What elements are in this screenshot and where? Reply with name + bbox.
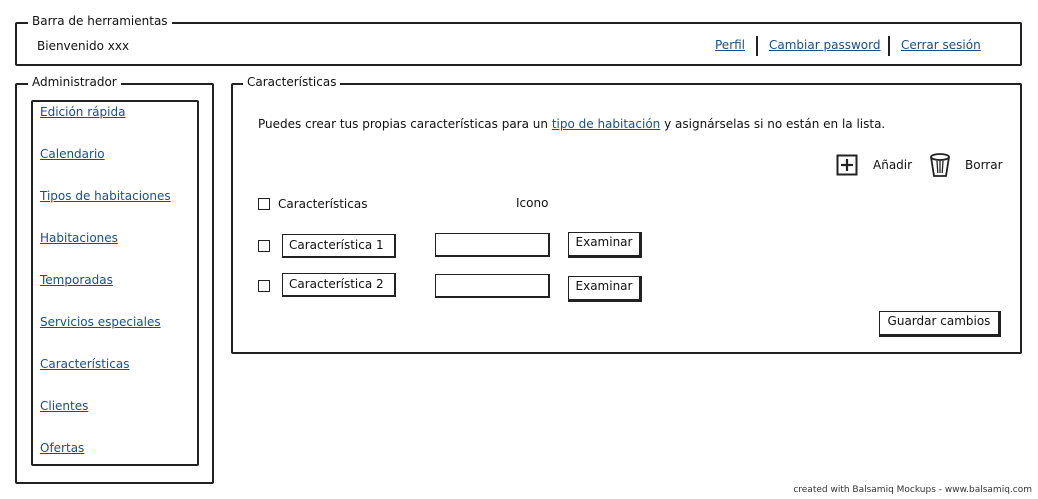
add-icon	[836, 154, 858, 176]
intro-text-after: y asignárselas si no están en la lista.	[660, 117, 886, 131]
toolbar-separator	[756, 36, 758, 56]
toolbar-legend: Barra de herramientas	[28, 14, 172, 28]
footer-credit: created with Balsamiq Mockups - www.bals…	[793, 485, 1032, 495]
change-password-link[interactable]: Cambiar password	[769, 38, 880, 52]
browse-button[interactable]: Examinar	[568, 232, 642, 258]
select-all-checkbox[interactable]	[258, 198, 270, 210]
row-checkbox[interactable]	[258, 280, 270, 292]
row-checkbox[interactable]	[258, 240, 270, 252]
icon-path-field[interactable]	[435, 233, 550, 257]
nav-item-servicios-especiales[interactable]: Servicios especiales	[40, 315, 161, 329]
nav-item-habitaciones[interactable]: Habitaciones	[40, 231, 118, 245]
intro-text-before: Puedes crear tus propias características…	[258, 117, 552, 131]
icon-path-field[interactable]	[435, 274, 550, 298]
welcome-text: Bienvenido xxx	[37, 39, 130, 53]
nav-item-temporadas[interactable]: Temporadas	[40, 273, 113, 287]
column-header-name: Características	[278, 197, 368, 211]
logout-link[interactable]: Cerrar sesión	[901, 38, 981, 52]
features-legend: Características	[243, 75, 341, 89]
feature-name-field[interactable]: Característica 2	[282, 273, 396, 297]
delete-label: Borrar	[965, 158, 1003, 172]
column-header-icon: Icono	[516, 196, 549, 210]
nav-item-caracteristicas[interactable]: Características	[40, 357, 129, 371]
add-label: Añadir	[873, 158, 913, 172]
nav-item-clientes[interactable]: Clientes	[40, 399, 88, 413]
save-changes-button[interactable]: Guardar cambios	[879, 311, 1001, 337]
intro-text: Puedes crear tus propias características…	[258, 117, 885, 131]
feature-name-field[interactable]: Característica 1	[282, 234, 396, 258]
admin-legend: Administrador	[28, 75, 121, 89]
trash-icon	[930, 153, 950, 177]
room-type-link[interactable]: tipo de habitación	[552, 117, 660, 131]
nav-item-calendario[interactable]: Calendario	[40, 147, 105, 161]
nav-item-edicion-rapida[interactable]: Edición rápida	[40, 105, 125, 119]
nav-item-ofertas[interactable]: Ofertas	[40, 441, 84, 455]
nav-item-tipos-habitaciones[interactable]: Tipos de habitaciones	[40, 189, 171, 203]
browse-button[interactable]: Examinar	[568, 276, 642, 302]
profile-link[interactable]: Perfil	[715, 38, 745, 52]
toolbar-separator	[888, 36, 890, 56]
